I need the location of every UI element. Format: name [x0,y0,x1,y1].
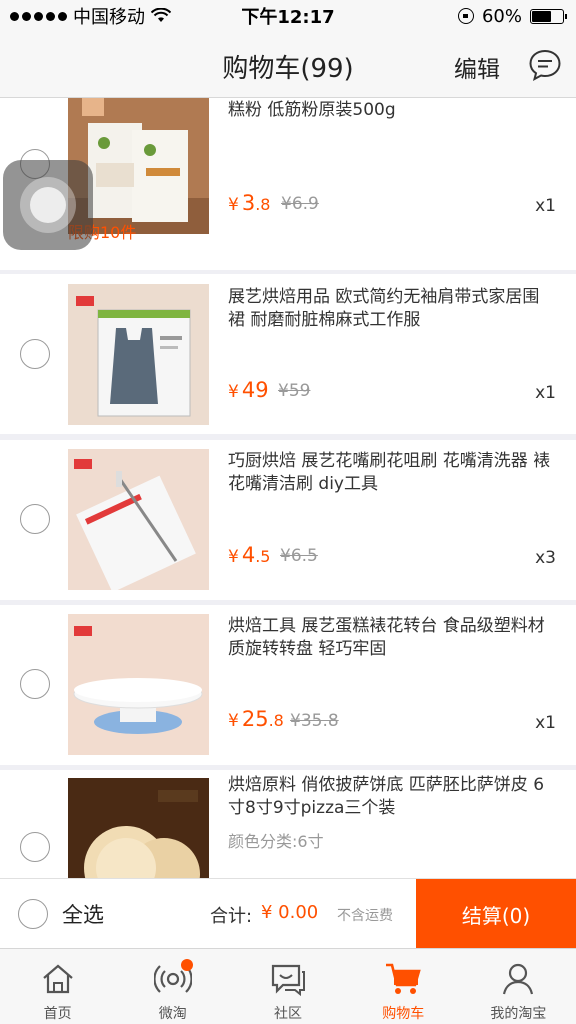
item-title[interactable]: 巧厨烘焙 新良低筋面粉 小麦粉 饼干原料蛋糕粉 低筋粉原装500g [228,98,556,122]
tab-my-taobao[interactable]: 我的淘宝 [461,949,576,1024]
item-quantity: x1 [535,383,556,403]
tab-community[interactable]: 社区 [230,949,345,1024]
checkout-bar: 全选 合计: ¥ 0.00 不含运费 结算(0) [0,878,576,949]
product-image-apron[interactable] [68,284,209,425]
item-title[interactable]: 烘焙原料 俏侬披萨饼底 匹萨胚比萨饼皮 6寸8寸9寸pizza三个装 [228,774,556,820]
home-icon [42,964,73,994]
user-icon [503,963,534,995]
tab-label: 社区 [274,1006,302,1022]
checkout-button[interactable]: 结算(0) [416,879,576,949]
product-image-pizza-base[interactable] [68,778,209,878]
item-original-price: ¥6.5 [280,546,318,566]
cart-item[interactable]: 烘焙工具 展艺蛋糕裱花转台 食品级塑料材质旋转转盘 轻巧牢固 ¥25.8 ¥35… [0,605,576,765]
tab-label: 微淘 [158,1006,187,1022]
tab-home[interactable]: 首页 [0,949,115,1024]
tab-label: 购物车 [382,1006,425,1022]
assistive-touch-button[interactable] [3,160,93,250]
select-all-checkbox[interactable] [18,899,48,929]
item-checkbox[interactable] [20,669,50,699]
cart-item[interactable]: 烘焙原料 俏侬披萨饼底 匹萨胚比萨饼皮 6寸8寸9寸pizza三个装 颜色分类:… [0,770,576,878]
shipping-note: 不含运费 [337,908,393,924]
item-quantity: x1 [535,196,556,216]
edit-button[interactable]: 编辑 [454,50,500,84]
battery-percent: 60% [481,5,522,27]
battery-icon [530,8,567,24]
select-all-label[interactable]: 全选 [62,899,104,929]
product-image-nozzle-brush[interactable] [68,449,209,590]
item-price: ¥3.8 [228,191,271,215]
tab-bar: 首页 微淘 社区 购物车 我的淘宝 [0,948,576,1024]
tab-label: 首页 [43,1006,72,1022]
cart-icon [386,963,421,994]
cart-item[interactable]: 展艺烘焙用品 欧式简约无袖肩带式家居围裙 耐磨耐脏棉麻式工作服 ¥49 ¥59 … [0,274,576,434]
item-price: ¥25.8 [228,707,284,731]
tab-weitao[interactable]: 微淘 [115,949,230,1024]
item-title[interactable]: 烘焙工具 展艺蛋糕裱花转台 食品级塑料材质旋转转盘 轻巧牢固 [228,615,556,661]
community-icon [271,964,305,997]
chat-bubble-icon[interactable] [528,48,562,82]
cart-item[interactable]: 巧厨烘焙 展艺花嘴刷花咀刷 花嘴清洗器 裱花嘴清洁刷 diy工具 ¥4.5 ¥6… [0,440,576,600]
status-right: 60% [457,5,567,27]
item-sku[interactable]: 颜色分类:6寸 [228,828,324,852]
tab-cart[interactable]: 购物车 [346,949,461,1024]
item-original-price: ¥59 [278,381,311,401]
item-checkbox[interactable] [20,832,50,862]
item-title[interactable]: 展艺烘焙用品 欧式简约无袖肩带式家居围裙 耐磨耐脏棉麻式工作服 [228,286,556,332]
status-bar: 中国移动 下午12:17 60% [0,0,576,32]
nav-bar: 购物车(99) 编辑 [0,32,576,98]
item-quantity: x3 [535,548,556,568]
item-quantity: x1 [535,713,556,733]
item-title[interactable]: 巧厨烘焙 展艺花嘴刷花咀刷 花嘴清洗器 裱花嘴清洁刷 diy工具 [228,450,556,496]
item-price: ¥49 [228,378,269,402]
item-original-price: ¥35.8 [290,711,339,731]
product-image-turntable[interactable] [68,614,209,755]
item-checkbox[interactable] [20,504,50,534]
item-price: ¥4.5 [228,543,271,567]
item-checkbox[interactable] [20,339,50,369]
tab-label: 我的淘宝 [490,1006,547,1022]
total-label: 合计: [210,906,253,927]
rotation-lock-icon [457,8,474,24]
item-original-price: ¥6.9 [281,194,319,214]
total-value: ¥ 0.00 [261,902,319,923]
